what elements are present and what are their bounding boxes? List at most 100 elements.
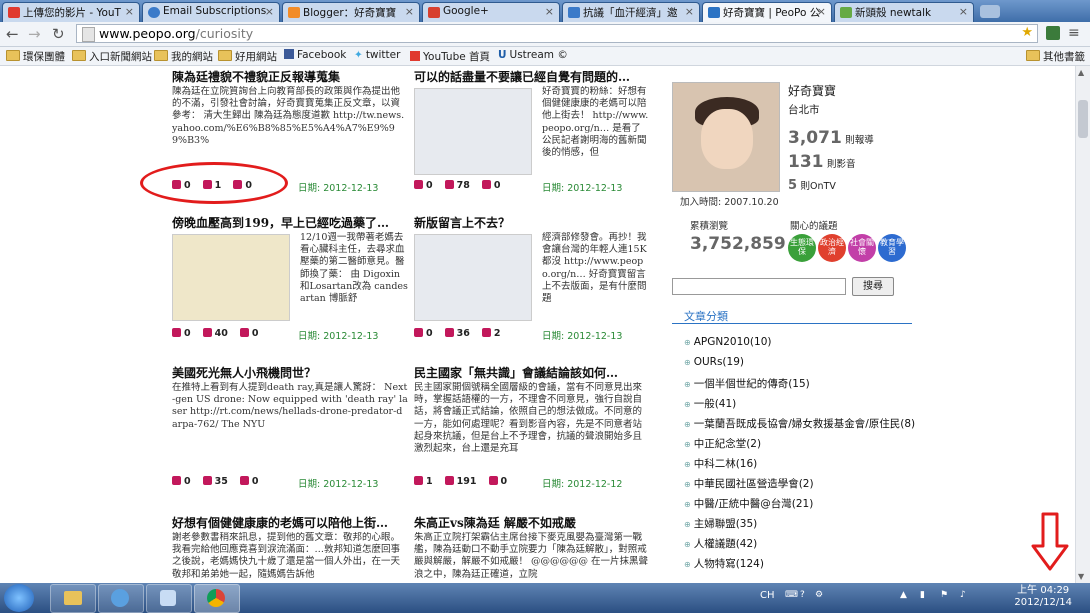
category-link[interactable]: 一個半個世紀的傳奇(15) [684, 376, 810, 391]
ime-indicator[interactable]: CH [760, 590, 775, 601]
post-thumbnail[interactable] [414, 88, 532, 175]
taskbar-explorer-button[interactable] [50, 584, 96, 613]
recommend-count: 0 [426, 180, 433, 191]
close-icon[interactable]: × [685, 5, 694, 18]
category-link[interactable]: 主婦聯盟(35) [684, 516, 758, 531]
recommend-icon[interactable] [172, 476, 181, 485]
category-link[interactable]: 一般(41) [684, 396, 737, 411]
category-link[interactable]: 人權議題(42) [684, 536, 758, 551]
tab-peopo-curiosity[interactable]: 好奇寶寶 | PeoPo 公 × [702, 2, 832, 22]
scroll-down-icon[interactable]: ▼ [1078, 572, 1084, 581]
volume-icon[interactable]: ♪ [960, 590, 966, 600]
topic-badge[interactable]: 教育學習 [878, 234, 906, 262]
tab-google-plus[interactable]: Google+ × [422, 2, 560, 22]
folder-icon [64, 591, 82, 605]
back-icon[interactable]: ← [6, 25, 19, 43]
category-link[interactable]: 中科二林(16) [684, 456, 758, 471]
flag-icon[interactable]: ⚑ [940, 590, 948, 600]
network-icon[interactable]: ▮ [920, 590, 925, 600]
tab-email-subscriptions[interactable]: Email Subscriptions × [142, 2, 280, 22]
search-input[interactable] [672, 278, 846, 295]
post-stats: 0 35 0 [172, 476, 268, 487]
post-thumbnail[interactable] [172, 234, 290, 321]
post-thumbnail[interactable] [414, 234, 532, 321]
close-icon[interactable]: × [545, 5, 554, 18]
post-title[interactable]: 可以的話盡量不要讓已經自覺有問題的… [414, 68, 650, 84]
topic-badge[interactable]: 社會關懷 [848, 234, 876, 262]
bookmark-folder[interactable]: 環保團體 [6, 49, 65, 64]
post-card: 可以的話盡量不要讓已經自覺有問題的… 好奇寶寶的粉絲：好想有個健健康康的老媽可以… [414, 68, 650, 194]
help-icon[interactable]: ? [800, 590, 805, 600]
close-icon[interactable]: × [959, 5, 968, 18]
profile-photo[interactable] [672, 82, 780, 192]
scrollbar-thumb[interactable] [1078, 100, 1088, 138]
taskbar-app-button[interactable] [146, 584, 192, 613]
bookmark-folder[interactable]: 我的網站 [154, 49, 213, 64]
close-icon[interactable]: × [817, 5, 826, 18]
recommend-count: 0 [184, 328, 191, 339]
category-link[interactable]: 一葉蘭吾既成長協會/婦女救援基金會/原住民(8) [684, 416, 915, 431]
post-title[interactable]: 陳為廷禮貌不禮貌正反報導蒐集 [172, 68, 408, 84]
close-icon[interactable]: × [125, 5, 134, 18]
recommend-icon[interactable] [414, 328, 423, 337]
category-link[interactable]: 中正紀念堂(2) [684, 436, 761, 451]
close-icon[interactable]: × [405, 5, 414, 18]
post-title[interactable]: 民主國家「無共識」會議結論該如何… [414, 364, 650, 380]
topic-badge[interactable]: 生態環保 [788, 234, 816, 262]
scroll-up-icon[interactable]: ▲ [1078, 68, 1084, 77]
forward-icon[interactable]: → [28, 25, 41, 43]
comment-icon[interactable] [239, 328, 249, 337]
reload-icon[interactable]: ↻ [52, 25, 65, 43]
tray-arrow-icon[interactable]: ▲ [900, 590, 907, 600]
taskbar-messenger-button[interactable] [98, 584, 144, 613]
start-button[interactable] [4, 584, 34, 612]
comment-icon[interactable] [239, 476, 249, 485]
category-link[interactable]: 人物特寫(124) [684, 556, 764, 571]
tab-label: 上傳您的影片 - YouT [23, 7, 121, 19]
close-icon[interactable]: × [265, 5, 274, 18]
wrench-icon[interactable]: ≡ [1068, 25, 1080, 41]
recommend-icon[interactable] [414, 180, 423, 189]
tab-newtalk[interactable]: 新頭殼 newtalk × [834, 2, 974, 22]
comment-icon[interactable] [481, 180, 491, 189]
recommend-icon[interactable] [172, 328, 181, 337]
settings-icon[interactable]: ⚙ [815, 590, 823, 600]
category-link[interactable]: APGN2010(10) [684, 336, 772, 348]
bookmark-youtube[interactable]: YouTube 首頁 [410, 49, 490, 64]
comment-icon[interactable] [488, 476, 498, 485]
post-title[interactable]: 好想有個健健康康的老媽可以陪他上街… [172, 514, 408, 530]
post-title[interactable]: 傍晚血壓高到199，早上已經吃過藥了… [172, 214, 408, 230]
tab-youtube-upload[interactable]: 上傳您的影片 - YouT × [2, 2, 140, 22]
profile-name[interactable]: 好奇寶寶 [788, 82, 836, 99]
tab-protest[interactable]: 抗議「血汗經濟」邀 × [562, 2, 700, 22]
search-button[interactable]: 搜尋 [852, 277, 894, 296]
bookmark-folder[interactable]: 好用網站 [218, 49, 277, 64]
bookmark-label: twitter [365, 49, 401, 61]
post-title[interactable]: 美國死光無人小飛機問世？ [172, 364, 408, 380]
address-bar[interactable]: www.peopo.org/curiosity ★ [76, 24, 1038, 43]
category-link[interactable]: 中醫/正統中醫@台灣(21) [684, 496, 814, 511]
recommend-icon[interactable] [414, 476, 423, 485]
post-title[interactable]: 新版留言上不去？ [414, 214, 650, 230]
comment-icon[interactable] [481, 328, 491, 337]
bookmark-ustream[interactable]: U Ustream © [498, 49, 568, 61]
facebook-icon [284, 49, 294, 59]
vertical-scrollbar[interactable]: ▲ ▼ [1075, 66, 1090, 583]
keyboard-icon[interactable]: ⌨ [785, 590, 798, 600]
system-clock[interactable]: 上午 04:29 2012/12/14 [1014, 585, 1072, 609]
bookmark-folder-other[interactable]: 其他書籤 [1026, 49, 1085, 64]
bookmark-folder[interactable]: 入口新聞網站 [72, 49, 152, 64]
bookmark-twitter[interactable]: ✦ twitter [354, 49, 400, 61]
post-title[interactable]: 朱高正vs陳為廷 解嚴不如戒嚴 [414, 514, 650, 530]
topic-badge[interactable]: 政治經濟 [818, 234, 846, 262]
new-tab-button[interactable] [980, 5, 1000, 18]
star-icon[interactable]: ★ [1021, 25, 1033, 40]
tab-blogger[interactable]: Blogger：好奇寶寶 × [282, 2, 420, 22]
category-link[interactable]: 中華民國社區營造學會(2) [684, 476, 814, 491]
category-link[interactable]: OURs(19) [684, 356, 744, 368]
bookmark-facebook[interactable]: Facebook [284, 49, 346, 61]
extension-icon[interactable] [1046, 26, 1060, 40]
youtube-icon [410, 51, 420, 61]
taskbar-chrome-button[interactable] [194, 584, 240, 613]
post-stats: 1 191 0 [414, 476, 516, 487]
